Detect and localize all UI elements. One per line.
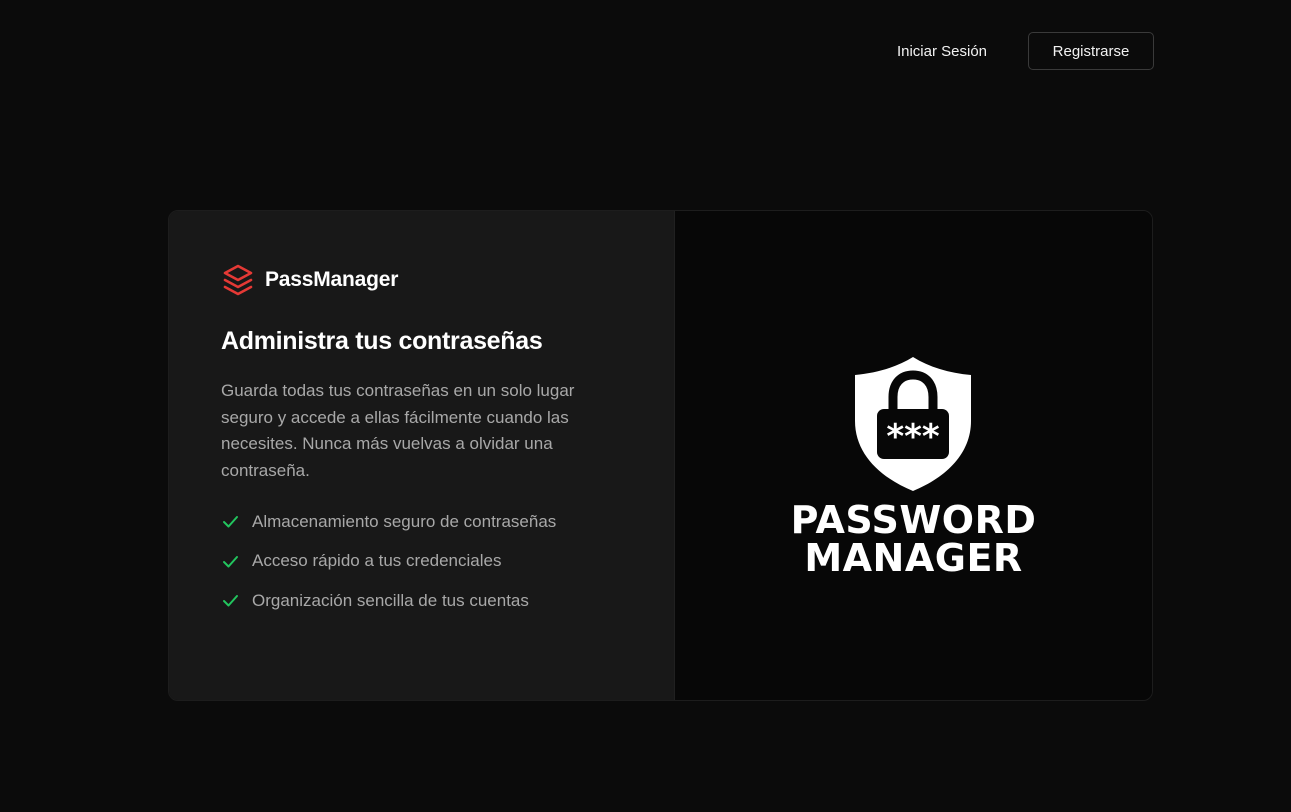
- login-link[interactable]: Iniciar Sesión: [897, 43, 987, 60]
- hero-description: Guarda todas tus contraseñas en un solo …: [221, 381, 575, 480]
- feature-label: Organización sencilla de tus cuentas: [252, 590, 529, 610]
- check-icon: [221, 591, 240, 610]
- feature-list: Almacenamiento seguro de contraseñas Acc…: [221, 510, 674, 612]
- brand-name: PassManager: [265, 268, 399, 291]
- register-button[interactable]: Registrarse: [1028, 32, 1154, 70]
- check-icon: [221, 512, 240, 531]
- logo-line-2: MANAGER: [804, 535, 1023, 580]
- logo-line-1: PASSWORD: [790, 497, 1037, 542]
- stacked-layers-icon: [221, 263, 255, 297]
- check-icon: [221, 552, 240, 571]
- feature-item: Acceso rápido a tus credenciales: [221, 550, 674, 573]
- feature-label: Acceso rápido a tus credenciales: [252, 551, 502, 570]
- password-manager-logo: *** PASSWORD MANAGER: [791, 355, 1037, 577]
- top-navigation: Iniciar Sesión Registrarse: [897, 32, 1154, 70]
- feature-item: Organización sencilla de tus cuentas: [221, 589, 674, 612]
- lock-asterisks: ***: [887, 417, 941, 457]
- brand: PassManager: [221, 263, 674, 297]
- hero-content: PassManager Administra tus contraseñas G…: [169, 211, 674, 700]
- hero-card: PassManager Administra tus contraseñas G…: [168, 210, 1153, 701]
- feature-label: Almacenamiento seguro de contraseñas: [252, 511, 557, 531]
- shield-lock-icon: ***: [853, 355, 973, 493]
- feature-item: Almacenamiento seguro de contraseñas: [221, 510, 674, 533]
- hero-illustration: *** PASSWORD MANAGER: [674, 211, 1152, 700]
- page-title: Administra tus contraseñas: [221, 327, 543, 355]
